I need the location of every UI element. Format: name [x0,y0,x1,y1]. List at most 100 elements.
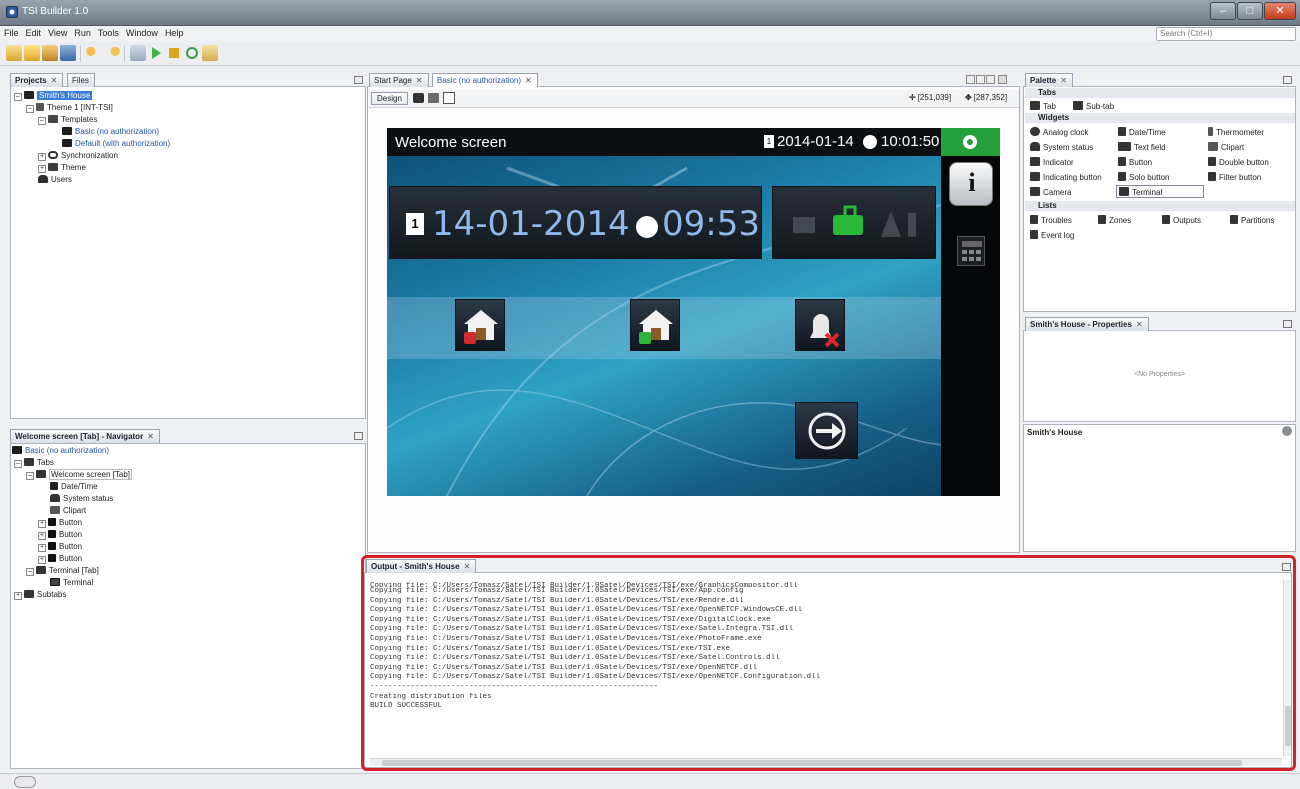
notifications-icon[interactable] [14,776,36,788]
build-icon[interactable] [130,45,146,61]
palette-item-text-field[interactable]: Text field [1118,142,1166,152]
maximize-button[interactable]: □ [1237,2,1263,20]
palette-item-troubles[interactable]: Troubles [1030,215,1072,225]
users-icon [38,175,48,183]
keypad-icon[interactable] [957,236,985,266]
palette-item-camera[interactable]: Camera [1030,187,1071,197]
palette-item-analog-clock[interactable]: Analog clock [1030,127,1088,137]
new-file-icon[interactable] [6,45,22,61]
tab-navigator[interactable]: Welcome screen [Tab] - Navigator ✕ [10,429,160,443]
minimize-panel-icon[interactable] [1283,320,1292,328]
settings-gear-tile[interactable] [941,128,1000,156]
help-icon[interactable] [1282,426,1292,436]
palette-section-widgets-label: Widgets [1038,113,1070,122]
datetime-widget[interactable]: 1 14-01-2014 09:53 [389,186,762,259]
palette-item-button[interactable]: Button [1118,157,1152,167]
palette-item-system-status[interactable]: System status [1030,142,1093,152]
nav-item-datetime[interactable]: Date/Time [12,481,132,493]
tree-item-synchronization[interactable]: + Synchronization [14,150,170,162]
disarm-button[interactable] [630,299,680,351]
selected-item-name: Smith's House [1027,428,1083,437]
menu-file[interactable]: File [0,26,22,38]
nav-item-welcome-tab[interactable]: – Welcome screen [Tab] [12,469,132,481]
menu-run[interactable]: Run [70,26,94,38]
editor-nav-controls[interactable] [966,75,1020,85]
screen-title: Welcome screen [395,134,507,151]
palette-item-terminal[interactable]: Terminal [1116,185,1204,198]
palette-item-subtab[interactable]: Sub-tab [1073,101,1114,111]
nav-item-button[interactable]: + Button [12,517,132,529]
menu-help[interactable]: Help [161,26,187,38]
nav-item-terminal-tab[interactable]: – Terminal [Tab] [12,565,132,577]
palette-item-thermometer[interactable]: Thermometer [1208,127,1264,137]
minimize-button[interactable]: – [1210,2,1236,20]
minimize-panel-icon[interactable] [354,76,363,84]
tree-item-project[interactable]: – Smith's House [14,90,170,102]
open-project-icon[interactable] [42,45,58,61]
palette-item-event-log[interactable]: Event log [1030,230,1074,240]
info-icon[interactable]: i [949,162,993,206]
palette-section-lists[interactable] [1025,201,1295,211]
camera-icon[interactable] [413,93,424,103]
save-all-icon[interactable] [60,45,76,61]
tab-files[interactable]: Files [67,73,95,87]
stop-icon[interactable] [166,45,182,61]
nav-item-button[interactable]: + Button [12,529,132,541]
tree-item-templates[interactable]: – Templates [14,114,170,126]
nav-item-clipart[interactable]: Clipart [12,505,132,517]
system-status-widget[interactable] [772,186,936,259]
menu-edit[interactable]: Edit [22,26,45,38]
palette-item-datetime[interactable]: Date/Time [1118,127,1166,137]
tab-palette[interactable]: Palette ✕ [1025,73,1073,87]
tree-item-theme-panel[interactable]: – Theme 1 [INT-TSI] [14,102,170,114]
menu-window[interactable]: Window [122,26,161,38]
palette-item-tab[interactable]: Tab [1030,101,1056,111]
copy-icon[interactable] [428,93,439,103]
tab-properties[interactable]: Smith's House - Properties ✕ [1025,317,1149,331]
redo-icon[interactable] [104,45,120,61]
minimize-panel-icon[interactable] [1283,76,1292,84]
tree-item-template-default[interactable]: Default (with authorization) [14,138,170,150]
tree-item-users[interactable]: Users [14,174,170,186]
close-button[interactable]: ✕ [1264,2,1296,20]
tab-start-page[interactable]: Start Page ✕ [369,73,429,87]
design-button[interactable]: Design [371,92,408,105]
palette-item-solo-button[interactable]: Solo button [1118,172,1169,182]
palette-section-lists-label: Lists [1038,201,1057,210]
palette-item-filter-button[interactable]: Filter button [1208,172,1261,182]
palette-item-indicator[interactable]: Indicator [1030,157,1074,167]
nav-item-template[interactable]: Basic (no authorization) [12,445,132,457]
nav-item-button[interactable]: + Button [12,553,132,565]
nav-item-button[interactable]: + Button [12,541,132,553]
nav-item-terminal[interactable]: Terminal [12,577,132,589]
minimize-panel-icon[interactable] [354,432,363,440]
menu-view[interactable]: View [44,26,70,38]
palette-item-double-button[interactable]: Double button [1208,157,1269,167]
undo-icon[interactable] [86,45,102,61]
palette-section-tabs[interactable] [1025,88,1295,98]
search-input[interactable]: Search (Ctrl+I) [1156,27,1296,41]
pin-icon[interactable] [443,92,455,104]
nav-item-tabs[interactable]: – Tabs [12,457,132,469]
deploy-icon[interactable] [202,45,218,61]
new-project-icon[interactable] [24,45,40,61]
tab-projects[interactable]: Projects ✕ [10,73,64,87]
tree-item-template-basic[interactable]: Basic (no authorization) [14,126,170,138]
tree-item-theme[interactable]: + Theme [14,162,170,174]
tab-basic-template[interactable]: Basic (no authorization) ✕ [432,73,538,87]
menu-tools[interactable]: Tools [94,26,122,38]
logout-button[interactable] [795,402,858,459]
palette-item-outputs[interactable]: Outputs [1162,215,1201,225]
run-icon[interactable] [148,45,164,61]
nav-item-system-status[interactable]: System status [12,493,132,505]
palette-item-indicating-button[interactable]: Indicating button [1030,172,1102,182]
refresh-icon[interactable] [184,45,200,61]
projects-tree: – Smith's House – Theme 1 [INT-TSI] – Templ… [14,90,170,186]
palette-item-partitions[interactable]: Partitions [1230,215,1274,225]
palette-item-clipart[interactable]: Clipart [1208,142,1244,152]
nav-item-subtabs[interactable]: + Subtabs [12,589,132,601]
clock-icon [863,135,877,149]
clear-alarm-button[interactable] [795,299,845,351]
arm-button[interactable] [455,299,505,351]
palette-item-zones[interactable]: Zones [1098,215,1131,225]
